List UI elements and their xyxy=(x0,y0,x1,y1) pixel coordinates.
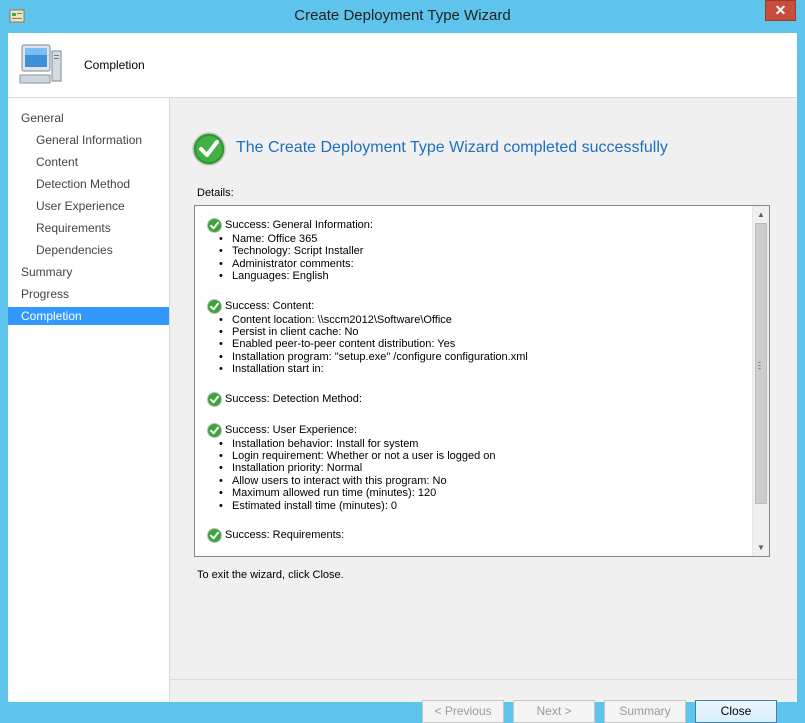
nav-item-detection-method[interactable]: Detection Method xyxy=(8,175,169,193)
section-title: Success: Detection Method: xyxy=(225,392,362,405)
nav-item-general-information[interactable]: General Information xyxy=(8,131,169,149)
summary-button[interactable]: Summary xyxy=(604,700,686,723)
details-section: Success: Detection Method: xyxy=(207,391,747,407)
section-title: Success: User Experience: xyxy=(225,423,358,436)
details-section: Success: Content: Content location: \\scc… xyxy=(207,298,747,376)
bullet-item: Installation start in: xyxy=(217,363,747,376)
bullet-item: Content location: \\sccm2012\Software\Of… xyxy=(217,314,747,327)
window-title: Create Deployment Type Wizard xyxy=(294,7,511,24)
section-heading: Success: General Information: xyxy=(207,218,747,233)
nav-item-general[interactable]: General xyxy=(8,109,169,127)
details-box[interactable]: Success: General Information:Name: Offic… xyxy=(194,205,770,557)
details-scrollbar[interactable]: ▲ - - - ▼ xyxy=(752,206,769,556)
bullet-item: Installation behavior: Install for syste… xyxy=(217,438,747,451)
next-button[interactable]: Next > xyxy=(513,700,595,723)
success-check-icon xyxy=(192,132,226,166)
section-bullet-list: Content location: \\sccm2012\Software\Of… xyxy=(207,314,747,376)
scroll-thumb[interactable]: - - - xyxy=(755,223,767,504)
section-title: Success: Requirements: xyxy=(225,529,345,542)
bullet-item: Administrator comments: xyxy=(217,258,747,271)
scroll-up-arrow-icon[interactable]: ▲ xyxy=(753,206,769,223)
page-title: Completion xyxy=(84,58,145,72)
details-section: Success: User Experience: Installation be… xyxy=(207,422,747,513)
success-check-icon xyxy=(207,528,222,544)
section-heading: Success: User Experience: xyxy=(207,422,747,438)
section-heading: Success: Content: xyxy=(207,298,747,314)
close-window-button[interactable]: ✕ xyxy=(765,0,796,21)
scroll-down-arrow-icon[interactable]: ▼ xyxy=(753,539,769,556)
section-title: Success: General Information: xyxy=(225,219,373,232)
details-section: Success: General Information:Name: Offic… xyxy=(207,218,747,283)
nav-item-content[interactable]: Content xyxy=(8,153,169,171)
section-bullet-list: Installation behavior: Install for syste… xyxy=(207,438,747,513)
title-bar[interactable]: Create Deployment Type Wizard ✕ xyxy=(0,0,805,33)
nav-item-summary[interactable]: Summary xyxy=(8,263,169,281)
wizard-nav: General General Information Content Dete… xyxy=(8,98,170,702)
nav-item-completion[interactable]: Completion xyxy=(8,307,169,325)
nav-item-requirements[interactable]: Requirements xyxy=(8,219,169,237)
bullet-item: Name: Office 365 xyxy=(217,233,747,246)
bullet-item: Maximum allowed run time (minutes): 120 xyxy=(217,487,747,500)
scroll-grip-icon: - - - xyxy=(758,357,761,373)
footer-divider xyxy=(170,679,797,680)
bullet-item: Allow users to interact with this progra… xyxy=(217,475,747,488)
bullet-item: Enabled peer-to-peer content distributio… xyxy=(217,338,747,351)
nav-item-dependencies[interactable]: Dependencies xyxy=(8,241,169,259)
section-heading: Success: Detection Method: xyxy=(207,391,747,407)
wizard-header: Completion xyxy=(8,33,797,98)
wizard-window: Create Deployment Type Wizard ✕ Completi… xyxy=(0,0,805,723)
details-section: Success: Requirements: xyxy=(207,528,747,544)
success-check-icon xyxy=(207,218,222,233)
bullet-item: Technology: Script Installer xyxy=(217,245,747,258)
section-heading: Success: Requirements: xyxy=(207,528,747,544)
wizard-client-area: Completion General General Information C… xyxy=(8,33,797,723)
main-panel: The Create Deployment Type Wizard comple… xyxy=(170,98,797,723)
close-button[interactable]: Close xyxy=(695,700,777,723)
bullet-item: Languages: English xyxy=(217,270,747,283)
bullet-item: Installation priority: Normal xyxy=(217,462,747,475)
computer-icon xyxy=(19,44,62,84)
completion-heading: The Create Deployment Type Wizard comple… xyxy=(236,139,668,156)
previous-button[interactable]: < Previous xyxy=(422,700,504,723)
section-bullet-list: Name: Office 365Technology: Script Insta… xyxy=(207,233,747,283)
bullet-item: Login requirement: Whether or not a user… xyxy=(217,450,747,463)
bullet-item: Persist in client cache: No xyxy=(217,326,747,339)
nav-item-progress[interactable]: Progress xyxy=(8,285,169,303)
section-title: Success: Content: xyxy=(225,299,315,312)
bullet-item: Estimated install time (minutes): 0 xyxy=(217,500,747,513)
details-label: Details: xyxy=(197,187,234,199)
exit-instructions: To exit the wizard, click Close. xyxy=(197,569,344,581)
nav-item-user-experience[interactable]: User Experience xyxy=(8,197,169,215)
success-check-icon xyxy=(207,298,222,314)
bullet-item: Installation program: "setup.exe" /confi… xyxy=(217,351,747,364)
details-content: Success: General Information:Name: Offic… xyxy=(207,218,747,556)
success-check-icon xyxy=(207,422,222,438)
success-check-icon xyxy=(207,391,222,407)
